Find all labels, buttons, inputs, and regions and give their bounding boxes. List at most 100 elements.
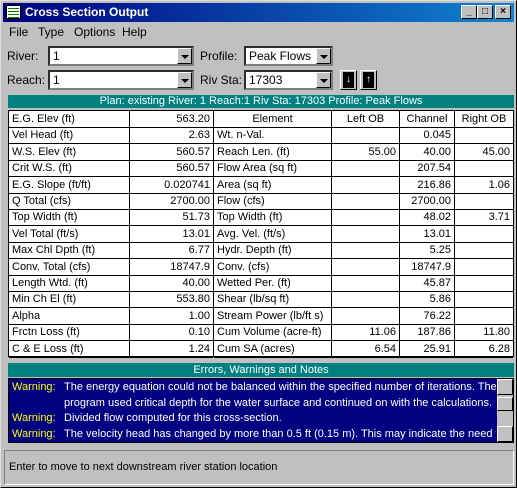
row-value: [332, 307, 400, 325]
row-value: 563.20: [176, 113, 210, 125]
left-summary-table: E.G. Elev (ft) 563.20 Vel Head (ft) 2.63 W.S…: [8, 110, 214, 358]
row-value: 48.02: [400, 209, 455, 227]
row-value: 45.87: [400, 275, 455, 292]
row-value: 6.54: [332, 340, 400, 358]
row-label: C & E Loss (ft): [9, 340, 130, 358]
row-label: Wetted Per. (ft): [214, 275, 332, 292]
row-value: [455, 242, 513, 259]
table-row: Crit W.S. (ft) 560.57: [9, 160, 213, 178]
row-value: 25.91: [400, 340, 455, 358]
row-value: [332, 225, 400, 243]
chevron-down-icon[interactable]: [316, 48, 331, 64]
table-row: Max Chl Dpth (ft) 6.77: [9, 242, 213, 260]
table-row: Conv. (cfs) 18747.9: [214, 258, 513, 276]
reach-label: Reach:: [7, 73, 46, 87]
row-value: 2700.00: [400, 193, 455, 210]
table-row: Vel Total (ft/s) 13.01: [9, 225, 213, 243]
chevron-down-icon[interactable]: [177, 72, 192, 88]
row-label: E.G. Slope (ft/ft): [9, 176, 130, 194]
table-row: C & E Loss (ft) 1.24: [9, 340, 213, 358]
table-header: Element Left OB Channel Right OB: [214, 111, 513, 128]
table-row: Length Wtd. (ft) 40.00: [9, 275, 213, 292]
row-value: 76.22: [400, 307, 455, 325]
row-value: 553.80: [176, 293, 210, 306]
row-value: 45.00: [482, 145, 510, 158]
errors-list[interactable]: Warning: The energy equation could not be…: [8, 378, 514, 443]
column-header: Right OB: [461, 113, 507, 125]
next-upstream-button[interactable]: ↑: [360, 70, 377, 90]
row-label: Avg. Vel. (ft/s): [214, 225, 332, 243]
plan-header: Plan: existing River: 1 Reach:1 Riv Sta:…: [8, 95, 514, 108]
menu-file[interactable]: File: [9, 25, 28, 39]
row-value: [332, 242, 400, 260]
table-row: Reach Len. (ft) 55.00 40.00 45.00: [214, 143, 513, 161]
cross-section-output-window: Cross Section Output _ □ × File Type Opt…: [0, 0, 517, 488]
table-row: Wt. n-Val. 0.045: [214, 127, 513, 145]
row-label: Alpha: [9, 307, 130, 325]
close-icon[interactable]: ×: [495, 5, 511, 19]
scroll-thumb[interactable]: [497, 397, 513, 411]
warning-tag: Warning:: [12, 427, 56, 440]
table-row: Flow (cfs) 2700.00: [214, 193, 513, 210]
next-downstream-button[interactable]: ↓: [340, 70, 357, 90]
row-label: Crit W.S. (ft): [9, 160, 130, 178]
app-icon[interactable]: [6, 5, 21, 19]
row-value: [455, 259, 513, 276]
row-label: Vel Total (ft/s): [9, 225, 130, 243]
menu-help[interactable]: Help: [122, 25, 147, 39]
row-value: [455, 160, 513, 177]
row-label: Vel Head (ft): [9, 127, 130, 145]
profile-label: Profile:: [200, 49, 238, 63]
row-label: Conv. Total (cfs): [9, 258, 130, 276]
menu-options[interactable]: Options: [74, 25, 115, 39]
row-value: [332, 127, 400, 145]
table-row: Vel Head (ft) 2.63: [9, 127, 213, 145]
row-label: Shear (lb/sq ft): [214, 291, 332, 309]
row-label: Top Width (ft): [214, 209, 332, 227]
arrow-up-icon: ↑: [363, 72, 374, 88]
row-value: [332, 176, 400, 194]
row-label: Max Chl Dpth (ft): [9, 242, 130, 260]
warning-line: program used critical depth for the wate…: [12, 397, 496, 409]
row-value: 6.77: [188, 244, 210, 257]
row-label: Length Wtd. (ft): [9, 275, 130, 292]
chevron-down-icon[interactable]: [316, 72, 331, 88]
riv-sta-label: Riv Sta:: [200, 73, 243, 87]
status-text: Enter to move to next downstream river s…: [9, 461, 278, 473]
table-row: Shear (lb/sq ft) 5.86: [214, 291, 513, 309]
row-label: W.S. Elev (ft): [9, 143, 130, 161]
row-value: 18747.9: [400, 258, 455, 276]
row-value: 40.00: [400, 143, 455, 161]
row-value: [455, 291, 513, 308]
warning-tag: Warning:: [12, 381, 56, 393]
table-row: Top Width (ft) 48.02 3.71: [214, 209, 513, 227]
row-value: 0.10: [188, 326, 210, 339]
riv-sta-select[interactable]: 17303: [244, 70, 333, 90]
scroll-up-icon[interactable]: [497, 379, 513, 395]
profile-select[interactable]: Peak Flows: [244, 46, 333, 66]
river-select[interactable]: 1: [48, 46, 194, 66]
errors-header: Errors, Warnings and Notes: [8, 363, 514, 377]
table-row: Hydr. Depth (ft) 5.25: [214, 242, 513, 260]
table-row: Frctn Loss (ft) 0.10: [9, 324, 213, 342]
row-label: Frctn Loss (ft): [9, 324, 130, 342]
table-row: E.G. Elev (ft) 563.20: [9, 111, 213, 128]
row-value: 3.71: [488, 211, 510, 224]
minimize-icon[interactable]: _: [461, 5, 477, 19]
errors-scrollbar[interactable]: [497, 379, 513, 442]
row-value: 2.63: [188, 129, 210, 142]
row-value: 40.00: [182, 277, 210, 289]
row-value: [455, 308, 513, 325]
maximize-icon[interactable]: □: [477, 5, 493, 19]
row-label: Flow Area (sq ft): [214, 160, 332, 178]
scroll-down-icon[interactable]: [497, 426, 513, 442]
reach-select[interactable]: 1: [48, 70, 194, 90]
title-bar[interactable]: Cross Section Output _ □ ×: [3, 3, 514, 22]
row-value: 11.06: [332, 324, 400, 342]
chevron-down-icon[interactable]: [177, 48, 192, 64]
right-element-table: Element Left OB Channel Right OB Wt. n-Val. 0…: [213, 110, 514, 358]
column-header: Left OB: [332, 111, 400, 128]
menu-type[interactable]: Type: [38, 25, 64, 39]
warning-line: Warning: The velocity head has changed by…: [12, 428, 496, 440]
warning-text: The energy equation could not be balance…: [64, 381, 496, 393]
